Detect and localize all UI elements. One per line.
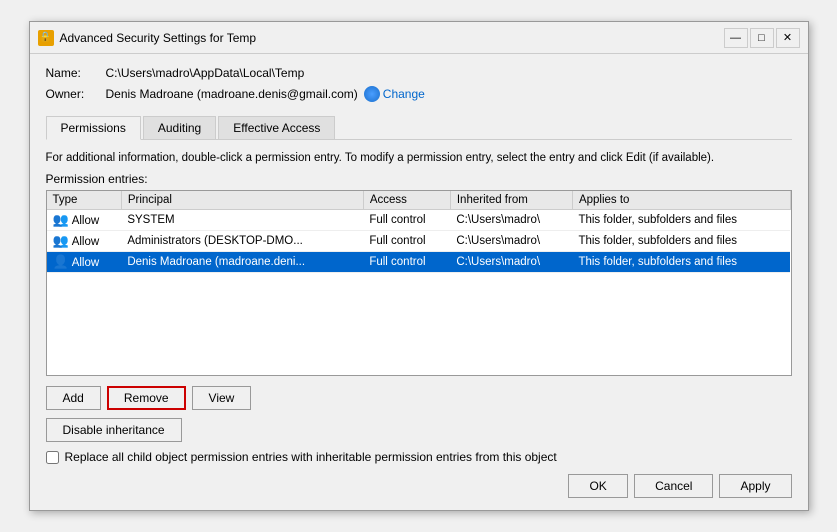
cell-principal: Administrators (DESKTOP-DMO... <box>121 231 363 252</box>
permissions-table-container: Type Principal Access Inherited from App… <box>46 190 792 376</box>
tab-permissions[interactable]: Permissions <box>46 116 141 140</box>
cell-access: Full control <box>363 252 450 273</box>
tab-effective-access-label: Effective Access <box>233 121 320 135</box>
cell-access: Full control <box>363 231 450 252</box>
name-value: C:\Users\madro\AppData\Local\Temp <box>106 66 305 80</box>
section-label: Permission entries: <box>46 172 792 186</box>
tab-effective-access[interactable]: Effective Access <box>218 116 335 139</box>
col-inherited: Inherited from <box>450 191 572 210</box>
titlebar-controls: — □ ✕ <box>724 28 800 48</box>
bottom-area: Add Remove View Disable inheritance Repl… <box>46 386 792 464</box>
content-area: Name: C:\Users\madro\AppData\Local\Temp … <box>30 54 808 510</box>
table-row[interactable]: 👤Allow Denis Madroane (madroane.deni... … <box>47 252 791 273</box>
titlebar-left: 🔒 Advanced Security Settings for Temp <box>38 30 257 46</box>
name-field-row: Name: C:\Users\madro\AppData\Local\Temp <box>46 66 792 80</box>
globe-icon <box>364 86 380 102</box>
cell-inherited: C:\Users\madro\ <box>450 231 572 252</box>
cell-applies: This folder, subfolders and files <box>572 252 790 273</box>
action-buttons-row: Add Remove View <box>46 386 792 410</box>
owner-label: Owner: <box>46 87 106 101</box>
window-icon: 🔒 <box>38 30 54 46</box>
add-button[interactable]: Add <box>46 386 101 410</box>
checkbox-label: Replace all child object permission entr… <box>65 450 557 464</box>
cell-inherited: C:\Users\madro\ <box>450 210 572 231</box>
window-title: Advanced Security Settings for Temp <box>60 31 257 45</box>
cell-inherited: C:\Users\madro\ <box>450 252 572 273</box>
cell-type: 👤Allow <box>47 252 122 273</box>
cell-type: 👥Allow <box>47 210 122 231</box>
cell-applies: This folder, subfolders and files <box>572 231 790 252</box>
col-type: Type <box>47 191 122 210</box>
disable-inheritance-row: Disable inheritance <box>46 418 792 442</box>
name-label: Name: <box>46 66 106 80</box>
checkbox-row: Replace all child object permission entr… <box>46 450 792 464</box>
main-window: 🔒 Advanced Security Settings for Temp — … <box>29 21 809 511</box>
owner-field-row: Owner: Denis Madroane (madroane.denis@gm… <box>46 86 792 102</box>
col-applies: Applies to <box>572 191 790 210</box>
person-icon: 👤 <box>53 254 69 269</box>
replace-permissions-checkbox[interactable] <box>46 451 59 464</box>
titlebar: 🔒 Advanced Security Settings for Temp — … <box>30 22 808 54</box>
tab-permissions-label: Permissions <box>61 121 126 135</box>
person-icon: 👥 <box>53 212 69 227</box>
tabs-container: Permissions Auditing Effective Access <box>46 116 792 140</box>
owner-value: Denis Madroane (madroane.denis@gmail.com… <box>106 87 358 101</box>
cell-applies: This folder, subfolders and files <box>572 210 790 231</box>
info-text: For additional information, double-click… <box>46 150 792 166</box>
remove-button[interactable]: Remove <box>107 386 186 410</box>
footer-buttons: OK Cancel Apply <box>46 474 792 498</box>
cell-principal: Denis Madroane (madroane.deni... <box>121 252 363 273</box>
tab-auditing-label: Auditing <box>158 121 201 135</box>
permissions-table: Type Principal Access Inherited from App… <box>47 191 791 273</box>
cell-principal: SYSTEM <box>121 210 363 231</box>
table-row[interactable]: 👥Allow Administrators (DESKTOP-DMO... Fu… <box>47 231 791 252</box>
person-icon: 👥 <box>53 233 69 248</box>
disable-inheritance-button[interactable]: Disable inheritance <box>46 418 182 442</box>
tab-auditing[interactable]: Auditing <box>143 116 216 139</box>
close-button[interactable]: ✕ <box>776 28 800 48</box>
minimize-button[interactable]: — <box>724 28 748 48</box>
cancel-button[interactable]: Cancel <box>634 474 713 498</box>
col-principal: Principal <box>121 191 363 210</box>
table-row[interactable]: 👥Allow SYSTEM Full control C:\Users\madr… <box>47 210 791 231</box>
view-button[interactable]: View <box>192 386 252 410</box>
col-access: Access <box>363 191 450 210</box>
change-label: Change <box>383 87 425 101</box>
change-link[interactable]: Change <box>364 86 425 102</box>
table-header-row: Type Principal Access Inherited from App… <box>47 191 791 210</box>
apply-button[interactable]: Apply <box>719 474 791 498</box>
cell-type: 👥Allow <box>47 231 122 252</box>
maximize-button[interactable]: □ <box>750 28 774 48</box>
ok-button[interactable]: OK <box>568 474 628 498</box>
cell-access: Full control <box>363 210 450 231</box>
